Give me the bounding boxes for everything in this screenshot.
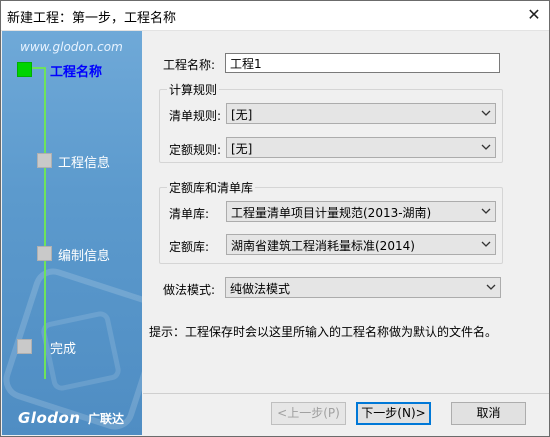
method-label: 做法模式: bbox=[163, 283, 216, 297]
step-label-project-info: 工程信息 bbox=[58, 156, 111, 171]
chevron-down-icon bbox=[481, 241, 491, 247]
quota-rule-label: 定额规则: bbox=[169, 143, 222, 157]
brand-logo-text: Glodon bbox=[18, 409, 81, 427]
step-marker-project-info bbox=[37, 153, 52, 168]
project-name-label: 工程名称: bbox=[163, 58, 216, 72]
title-bar: 新建工程：第一步，工程名称 ✕ bbox=[1, 1, 549, 31]
window-title: 新建工程：第一步，工程名称 bbox=[7, 11, 177, 26]
chevron-down-icon bbox=[481, 208, 491, 214]
chevron-down-icon bbox=[481, 144, 491, 150]
step-marker-compile-info bbox=[37, 246, 52, 261]
chevron-down-icon bbox=[481, 110, 491, 116]
method-select[interactable]: 纯做法模式 bbox=[225, 277, 501, 298]
prev-button[interactable]: <上一步(P) bbox=[271, 402, 346, 425]
hint-text: 提示：工程保存时会以这里所输入的工程名称做为默认的文件名。 bbox=[149, 325, 498, 339]
list-rule-value: [无] bbox=[231, 108, 253, 122]
list-rule-label: 清单规则: bbox=[169, 109, 222, 123]
step-progress-connector bbox=[30, 67, 46, 69]
list-lib-value: 工程量清单项目计量规范(2013-湖南) bbox=[231, 206, 432, 220]
step-marker-project-name bbox=[17, 62, 32, 77]
list-lib-label: 清单库: bbox=[169, 207, 210, 221]
cancel-button[interactable]: 取消 bbox=[451, 402, 526, 425]
list-rule-select[interactable]: [无] bbox=[226, 103, 496, 124]
step-label-project-name: 工程名称 bbox=[50, 65, 103, 80]
chevron-down-icon bbox=[486, 284, 496, 290]
step-label-finish: 完成 bbox=[50, 342, 77, 357]
step-progress-line bbox=[44, 67, 46, 379]
brand-logo-cn: 广联达 bbox=[88, 412, 125, 426]
step-label-compile-info: 编制信息 bbox=[58, 249, 111, 264]
step-marker-finish bbox=[17, 339, 32, 354]
next-button[interactable]: 下一步(N)> bbox=[356, 402, 431, 425]
quota-lib-label: 定额库: bbox=[169, 240, 210, 254]
list-lib-select[interactable]: 工程量清单项目计量规范(2013-湖南) bbox=[226, 201, 496, 222]
method-value: 纯做法模式 bbox=[230, 282, 291, 296]
close-icon[interactable]: ✕ bbox=[519, 1, 549, 30]
library-group-title: 定额库和清单库 bbox=[167, 179, 256, 196]
project-name-input[interactable] bbox=[225, 53, 500, 73]
site-url: www.glodon.com bbox=[20, 40, 123, 54]
footer-divider bbox=[143, 393, 549, 394]
quota-rule-select[interactable]: [无] bbox=[226, 137, 496, 158]
wizard-sidebar: www.glodon.com 工程名称 工程信息 编制信息 完成 Glodon … bbox=[2, 31, 142, 435]
calc-rules-group-title: 计算规则 bbox=[167, 81, 220, 98]
quota-lib-value: 湖南省建筑工程消耗量标准(2014) bbox=[231, 239, 415, 253]
quota-rule-value: [无] bbox=[231, 142, 253, 156]
quota-lib-select[interactable]: 湖南省建筑工程消耗量标准(2014) bbox=[226, 234, 496, 255]
new-project-dialog: 新建工程：第一步，工程名称 ✕ www.glodon.com 工程名称 工程信息… bbox=[0, 0, 550, 437]
